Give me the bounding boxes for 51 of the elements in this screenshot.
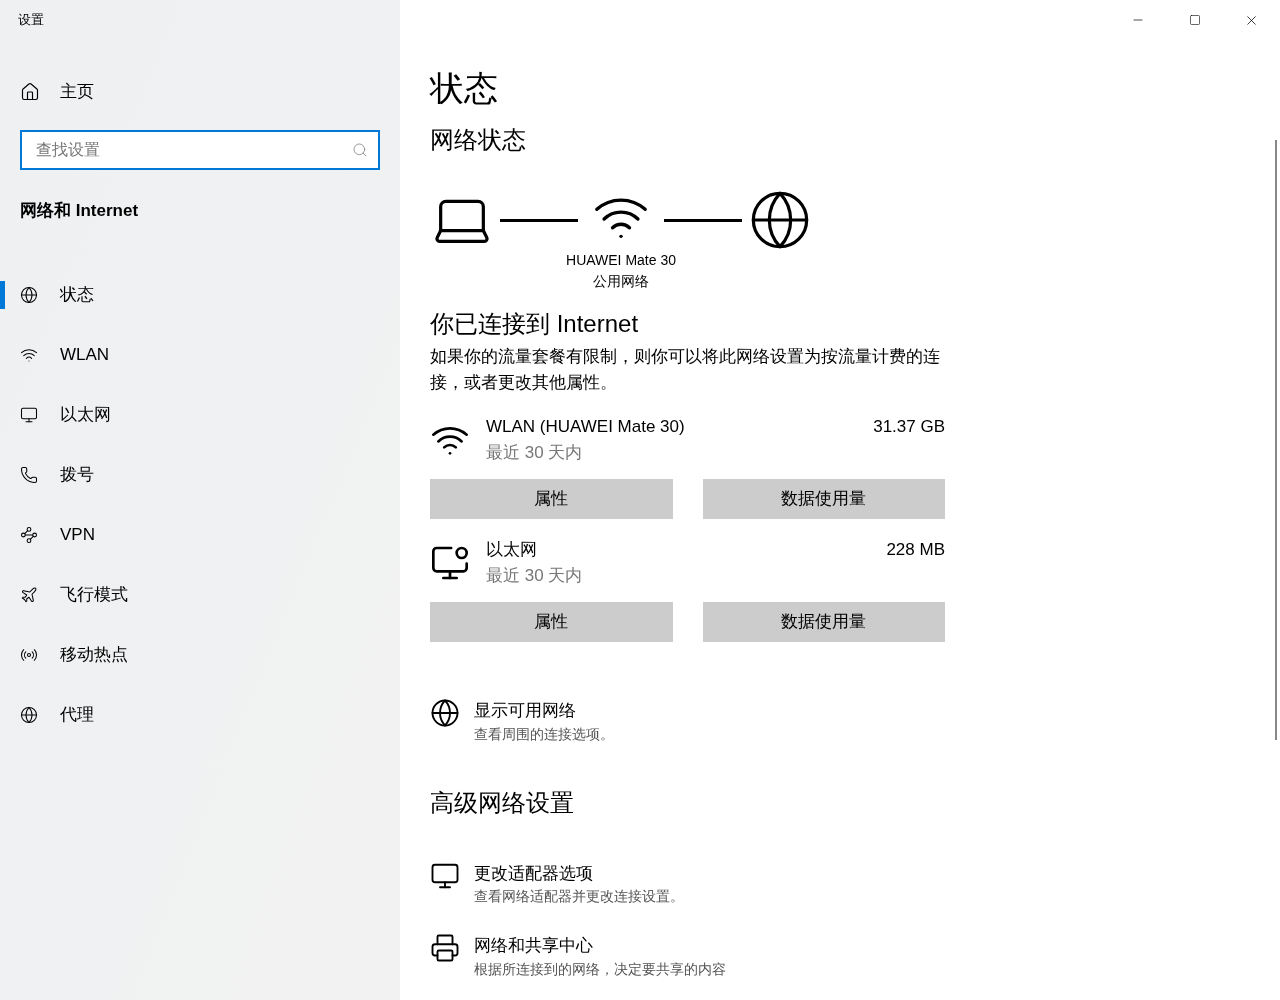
sidebar-item[interactable]: 代理 (0, 685, 400, 745)
link-subtitle: 根据所连接到的网络，决定要共享的内容 (474, 959, 726, 979)
sidebar-item[interactable]: 以太网 (0, 385, 400, 445)
page-title: 状态 (430, 68, 499, 109)
link-subtitle: 查看周围的连接选项。 (474, 724, 614, 744)
action-button[interactable]: 属性 (430, 602, 673, 642)
link-title: 显示可用网络 (474, 700, 577, 722)
settings-link[interactable]: 更改适配器选项 查看网络适配器并更改连接设置。 (430, 860, 1240, 907)
usage-period: 最近 30 天内 (486, 564, 584, 587)
sidebar-item[interactable]: 状态 (0, 265, 400, 325)
sidebar-item[interactable]: VPN (0, 505, 400, 565)
usage-period: 最近 30 天内 (486, 441, 584, 464)
sidebar-item[interactable]: 拨号 (0, 445, 400, 505)
network-type: 公用网络 (593, 272, 649, 291)
window-title: 设置 (17, 11, 45, 29)
action-button[interactable]: 数据使用量 (702, 602, 945, 642)
scrollbar[interactable] (1275, 140, 1277, 740)
hotspot-icon (20, 646, 38, 664)
show-networks-link[interactable]: 显示可用网络 查看周围的连接选项。 (430, 698, 1240, 745)
data-usage: 31.37 GB (873, 416, 945, 438)
printer-icon (430, 933, 460, 963)
search-icon (352, 141, 368, 158)
description: 如果你的流量套餐有限制，则你可以将此网络设置为按流量计费的连接，或者更改其他属性。 (430, 346, 941, 394)
connection-name: WLAN (HUAWEI Mate 30) (486, 416, 686, 438)
airplane-icon (20, 586, 38, 604)
data-usage: 228 MB (886, 539, 945, 561)
search-field[interactable]: 查找设置 (20, 129, 380, 170)
globe-icon (20, 706, 38, 724)
link-title: 网络和共享中心 (474, 935, 594, 957)
link-title: 更改适配器选项 (474, 862, 594, 885)
globe-icon (20, 286, 38, 304)
home-link[interactable]: 主页 (0, 79, 400, 104)
home-icon (20, 81, 40, 102)
connection-status: 你已连接到 Internet (430, 309, 640, 339)
section-heading: 网络状态 (430, 125, 527, 155)
sidebar-item[interactable]: 移动热点 (0, 625, 400, 685)
section-heading: 高级网络设置 (430, 787, 575, 818)
settings-link[interactable]: 网络和共享中心 根据所连接到的网络，决定要共享的内容 (430, 933, 1240, 980)
maximize-icon (1188, 14, 1201, 26)
section-heading: 网络和 Internet (19, 199, 140, 222)
sidebar-item[interactable]: WLAN (0, 325, 400, 385)
vpn-icon (20, 526, 38, 544)
action-button[interactable]: 数据使用量 (702, 479, 945, 519)
link-subtitle: 查看网络适配器并更改连接设置。 (474, 887, 684, 906)
globe-icon (430, 698, 460, 728)
action-button[interactable]: 属性 (430, 479, 673, 519)
network-name: HUAWEI Mate 30 (566, 251, 676, 270)
monitor-icon (20, 406, 38, 424)
phone-icon (20, 466, 38, 484)
connection-name: 以太网 (486, 539, 538, 561)
sidebar-item[interactable]: 飞行模式 (0, 565, 400, 625)
